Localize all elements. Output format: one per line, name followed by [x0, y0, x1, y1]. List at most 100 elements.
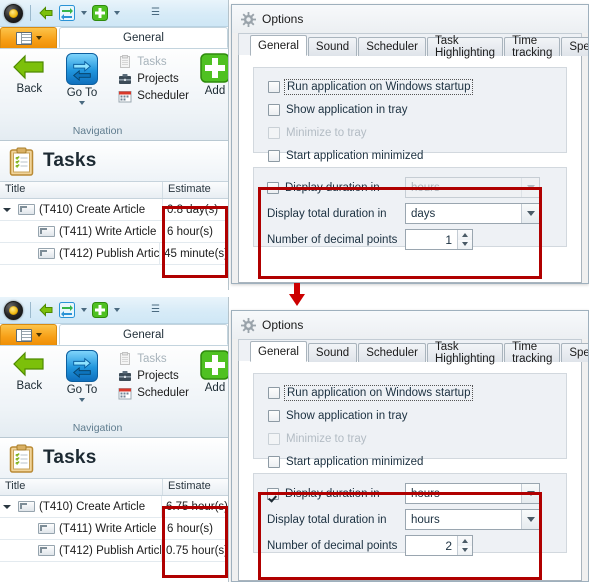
chevron-down-icon[interactable]: [521, 484, 539, 503]
tab-scheduler[interactable]: Scheduler: [358, 37, 426, 56]
column-header-title[interactable]: Title: [0, 182, 163, 198]
table-row[interactable]: (T412) Publish Article 45 minute(s): [0, 243, 228, 265]
expander-chevron-icon[interactable]: [0, 207, 14, 212]
checkbox-icon[interactable]: [268, 410, 280, 422]
chevron-down-icon[interactable]: [521, 204, 539, 223]
ribbon-body: Back Go To Tasks Projects Scheduler Navi…: [0, 49, 228, 141]
checkbox-row-0[interactable]: Run application on Windows startup: [268, 384, 566, 402]
task-title-cell[interactable]: (T412) Publish Article: [0, 243, 161, 265]
column-header-estimate[interactable]: Estimate: [163, 182, 228, 198]
task-estimate-cell[interactable]: 45 minute(s): [160, 243, 228, 265]
back-arrow-icon[interactable]: [38, 5, 54, 21]
app-menu-tab[interactable]: [0, 27, 57, 48]
app-orb-button[interactable]: [4, 3, 23, 23]
ribbon-tab-general[interactable]: General: [59, 324, 228, 345]
task-title-cell[interactable]: (T410) Create Article: [0, 199, 163, 221]
add-icon[interactable]: [92, 5, 108, 21]
tab-scheduler[interactable]: Scheduler: [358, 343, 426, 362]
column-header-title[interactable]: Title: [0, 479, 163, 495]
task-estimate-cell[interactable]: 6 hour(s): [163, 221, 228, 243]
more-commands-icon[interactable]: ☰: [151, 8, 160, 18]
add-dropdown-caret[interactable]: [114, 308, 120, 312]
checkbox-row-3[interactable]: Start application minimized: [268, 453, 566, 471]
stepper-down-button[interactable]: [458, 239, 472, 249]
display-duration-checkbox[interactable]: [267, 181, 279, 194]
ribbon-tab-general[interactable]: General: [59, 27, 228, 48]
decimal-points-stepper[interactable]: 2: [405, 535, 473, 556]
decimal-points-stepper[interactable]: 1: [405, 229, 473, 250]
tab-general[interactable]: General: [250, 341, 307, 362]
tab-time-tracking[interactable]: Time tracking: [504, 35, 561, 59]
task-title-cell[interactable]: (T411) Write Article: [0, 221, 163, 243]
switch-icon[interactable]: [59, 5, 75, 21]
clipboard-icon: [9, 444, 34, 473]
stepper-buttons[interactable]: [457, 230, 472, 249]
chevron-down-icon[interactable]: [521, 510, 539, 529]
task-title-cell[interactable]: (T410) Create Article: [0, 496, 162, 518]
column-header-estimate[interactable]: Estimate: [163, 479, 228, 495]
checkbox-icon[interactable]: [268, 81, 280, 93]
sidebar-item-scheduler[interactable]: Scheduler: [118, 386, 189, 400]
total-duration-combo[interactable]: hours: [405, 509, 540, 530]
checkbox-icon[interactable]: [268, 387, 280, 399]
display-duration-checkbox[interactable]: [267, 487, 279, 500]
add-dropdown-caret[interactable]: [114, 11, 120, 15]
display-duration-combo[interactable]: hours: [405, 483, 540, 504]
switch-icon[interactable]: [59, 302, 75, 318]
sidebar-item-tasks[interactable]: Tasks: [118, 55, 189, 69]
app-menu-tab[interactable]: [0, 324, 57, 345]
checkbox-row-1[interactable]: Show application in tray: [268, 407, 566, 425]
task-title-cell[interactable]: (T412) Publish Article: [0, 540, 162, 562]
tab-general[interactable]: General: [250, 35, 307, 56]
checkbox-row-1[interactable]: Show application in tray: [268, 101, 566, 119]
checkbox-icon[interactable]: [268, 456, 280, 468]
chevron-down-icon[interactable]: [79, 101, 86, 105]
tab-sound[interactable]: Sound: [307, 343, 358, 362]
decimal-points-value[interactable]: 1: [406, 230, 457, 249]
task-title-cell[interactable]: (T411) Write Article: [0, 518, 163, 540]
stepper-up-button[interactable]: [458, 230, 472, 240]
tab-spe[interactable]: Spe: [561, 343, 588, 362]
more-commands-icon[interactable]: ☰: [151, 305, 160, 315]
task-estimate-cell[interactable]: 6.75 hour(s): [161, 496, 228, 518]
tab-spe[interactable]: Spe: [561, 37, 588, 56]
add-button[interactable]: Add: [200, 350, 228, 394]
switch-dropdown-caret[interactable]: [81, 11, 87, 15]
checkbox-icon[interactable]: [268, 104, 280, 116]
checkbox-row-3[interactable]: Start application minimized: [268, 147, 566, 165]
table-row[interactable]: (T411) Write Article 6 hour(s): [0, 221, 228, 243]
goto-button[interactable]: Go To: [59, 53, 106, 105]
add-button[interactable]: Add: [200, 53, 228, 97]
decimal-points-value[interactable]: 2: [406, 536, 457, 555]
sidebar-item-scheduler[interactable]: Scheduler: [118, 89, 189, 103]
sidebar-item-projects[interactable]: Projects: [118, 369, 189, 383]
expander-chevron-icon[interactable]: [0, 504, 14, 509]
switch-dropdown-caret[interactable]: [81, 308, 87, 312]
back-button[interactable]: Back: [6, 350, 53, 392]
task-estimate-cell[interactable]: 0.8 day(s): [163, 199, 228, 221]
table-row[interactable]: (T411) Write Article 6 hour(s): [0, 518, 228, 540]
back-button[interactable]: Back: [6, 53, 53, 95]
task-estimate-cell[interactable]: 0.75 hour(s): [161, 540, 228, 562]
table-row[interactable]: (T412) Publish Article 0.75 hour(s): [0, 540, 228, 562]
goto-button[interactable]: Go To: [59, 350, 106, 402]
tab-task-highlighting[interactable]: Task Highlighting: [426, 35, 504, 59]
total-duration-combo[interactable]: days: [405, 203, 540, 224]
sidebar-item-projects[interactable]: Projects: [118, 72, 189, 86]
add-icon[interactable]: [92, 302, 108, 318]
app-orb-button[interactable]: [4, 300, 23, 320]
stepper-buttons[interactable]: [457, 536, 472, 555]
table-row[interactable]: (T410) Create Article 6.75 hour(s): [0, 496, 228, 518]
table-row[interactable]: (T410) Create Article 0.8 day(s): [0, 199, 228, 221]
tab-task-highlighting[interactable]: Task Highlighting: [426, 341, 504, 365]
stepper-up-button[interactable]: [458, 536, 472, 546]
checkbox-icon[interactable]: [268, 150, 280, 162]
tab-time-tracking[interactable]: Time tracking: [504, 341, 561, 365]
tab-sound[interactable]: Sound: [307, 37, 358, 56]
back-arrow-icon[interactable]: [38, 302, 54, 318]
task-estimate-cell[interactable]: 6 hour(s): [163, 518, 228, 540]
checkbox-row-0[interactable]: Run application on Windows startup: [268, 78, 566, 96]
stepper-down-button[interactable]: [458, 545, 472, 555]
sidebar-item-tasks[interactable]: Tasks: [118, 352, 189, 366]
chevron-down-icon[interactable]: [79, 398, 86, 402]
